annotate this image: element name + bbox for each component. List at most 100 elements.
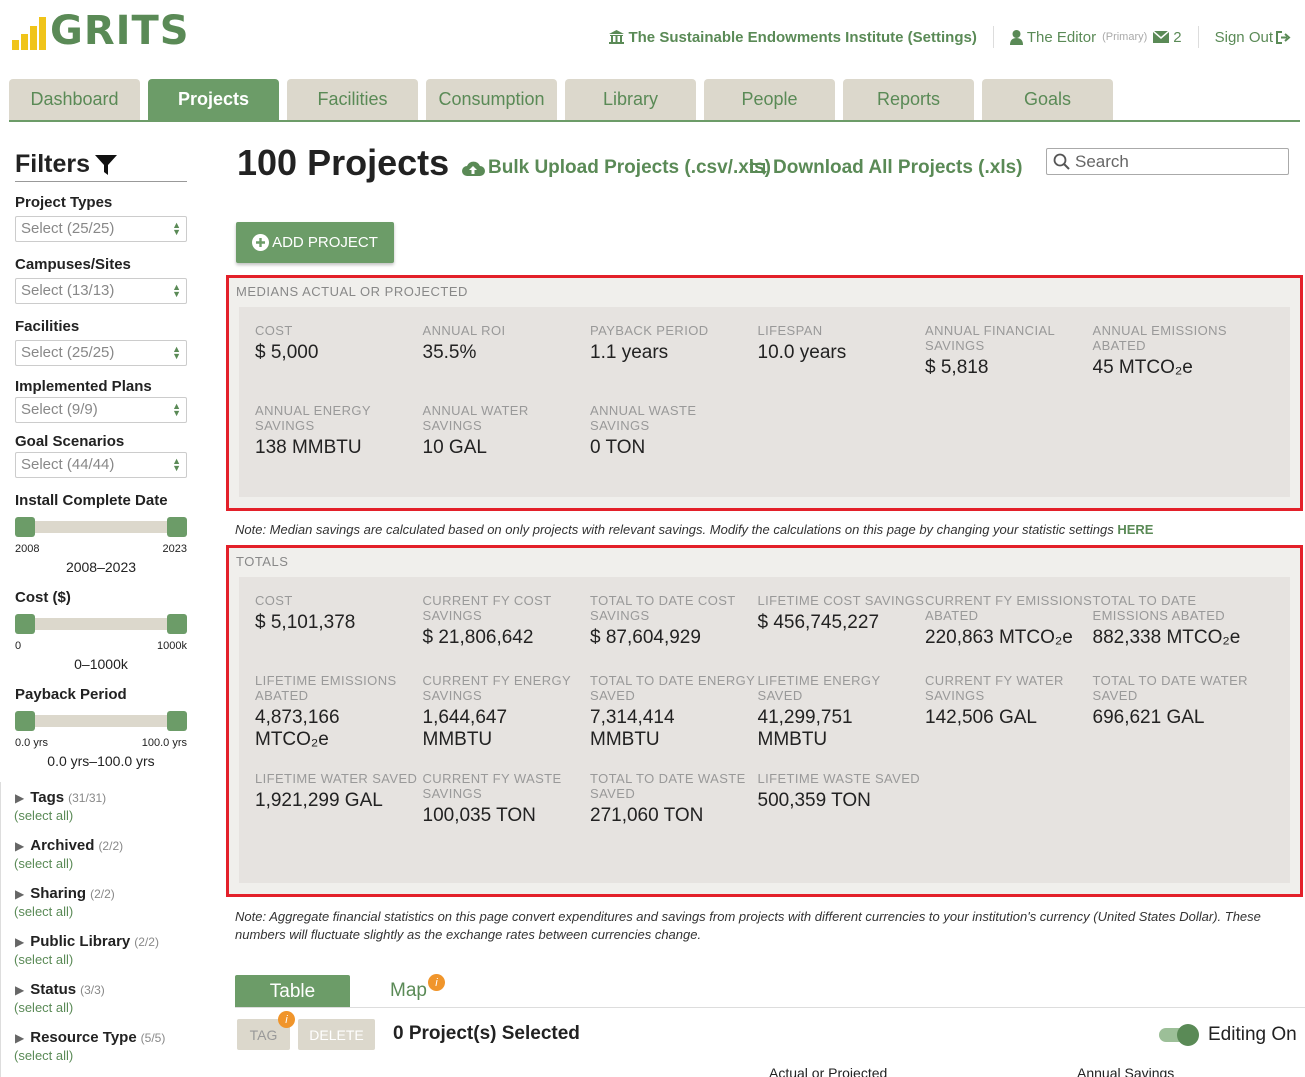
messages-link[interactable]: 2 [1153,28,1182,46]
tab-consumption[interactable]: Consumption [426,79,557,120]
stat-lifetime-water: LIFETIME WATER SAVED 1,921,299 GAL [255,769,423,845]
slider-max-handle[interactable] [167,517,187,537]
stat-value: 0 TON [590,437,646,458]
goals-select[interactable]: Select (44/44) ▲ ▼ [15,452,187,478]
filters-title-label: Filters [15,150,91,178]
project-types-select[interactable]: Select (25/25) ▲ ▼ [15,216,187,242]
institution-link[interactable]: The Sustainable Endowments Institute (Se… [609,28,977,46]
slider-min-handle[interactable] [15,517,35,537]
slider-min-handle[interactable] [15,614,35,634]
stat-label: CURRENT FY WASTE SAVINGS [422,771,562,801]
tab-projects[interactable]: Projects [148,79,279,120]
stat-value: 1.1 years [590,342,669,363]
tag-info-badge-icon[interactable]: i [278,1011,295,1028]
campuses-select[interactable]: Select (13/13) ▲ ▼ [15,278,187,304]
stat-label: LIFETIME EMISSIONS ABATED [255,673,397,703]
stat-fy-emissions: CURRENT FY EMISSIONS ABATED 220,863 MTCO₂… [925,593,1093,667]
download-link[interactable]: Download All Projects (.xls) [747,157,1023,179]
messages-count: 2 [1173,28,1182,46]
stat-label: LIFESPAN [757,323,823,338]
select-all-link[interactable]: (select all) [14,952,187,967]
filter-campuses-label: Campuses/Sites [15,256,131,273]
stat-label: ANNUAL ENERGY SAVINGS [255,403,371,433]
slider-max-handle[interactable] [167,614,187,634]
tab-table[interactable]: Table [235,975,350,1008]
select-all-link[interactable]: (select all) [14,1000,187,1015]
tab-people[interactable]: People [704,79,835,120]
select-value: Select (25/25) [21,220,115,237]
stat-value: 45 MTCO₂e [1092,357,1193,378]
install-date-slider[interactable] [15,517,187,537]
cost-slider[interactable] [15,614,187,634]
resource-type-filter[interactable]: ▶ Resource Type (5/5) (select all) [14,1029,187,1063]
collapsible-count: (5/5) [140,1031,166,1045]
editing-toggle[interactable] [1159,1024,1199,1046]
tab-library[interactable]: Library [565,79,696,120]
signout-link[interactable]: Sign Out [1215,29,1291,46]
slider-max: 100.0 yrs [141,737,187,749]
plans-select[interactable]: Select (9/9) ▲ ▼ [15,397,187,423]
institution-label: The Sustainable Endowments Institute (Se… [628,28,977,46]
tab-dashboard[interactable]: Dashboard [9,79,140,120]
expand-triangle-icon: ▶ [15,1031,25,1045]
search-icon [1053,153,1070,170]
stat-fy-water: CURRENT FY WATER SAVINGS 142,506 GAL [925,667,1093,769]
add-project-button[interactable]: ADD PROJECT [236,222,394,263]
statistic-settings-link[interactable]: HERE [1117,522,1153,537]
select-all-link[interactable]: (select all) [14,904,187,919]
search-input[interactable]: Search [1046,148,1289,175]
grits-logo[interactable]: GRITS [12,8,190,54]
expand-triangle-icon: ▶ [15,791,25,805]
facilities-select[interactable]: Select (25/25) ▲ ▼ [15,340,187,366]
stat-label: CURRENT FY ENERGY SAVINGS [422,673,571,703]
bulk-upload-link[interactable]: Bulk Upload Projects (.csv/.xls) [461,157,771,179]
map-info-badge-icon[interactable]: i [428,974,445,991]
tags-filter[interactable]: ▶ Tags (31/31) (select all) [14,789,187,823]
select-arrows-icon: ▲ ▼ [172,344,181,361]
totals-panel: TOTALS COST $ 5,101,378 CURRENT FY COST S… [226,545,1303,897]
select-all-link[interactable]: (select all) [14,808,187,823]
tab-reports[interactable]: Reports [843,79,974,120]
stat-label: LIFETIME COST SAVINGS [757,593,925,608]
tab-facilities[interactable]: Facilities [287,79,418,120]
slider-max-handle[interactable] [167,711,187,731]
stat-label: CURRENT FY COST SAVINGS [422,593,552,623]
bank-icon [609,30,625,44]
stat-label: CURRENT FY EMISSIONS ABATED [925,593,1093,623]
logo-text: GRITS [50,8,190,54]
stat-median-roi: ANNUAL ROI 35.5% [423,323,591,397]
slider-min-handle[interactable] [15,711,35,731]
sharing-filter[interactable]: ▶ Sharing (2/2) (select all) [14,885,187,919]
expand-triangle-icon: ▶ [15,983,25,997]
stat-lifetime-waste: LIFETIME WASTE SAVED 500,359 TON [758,769,926,845]
stat-label: ANNUAL WATER SAVINGS [422,403,529,433]
median-note-text: Note: Median savings are calculated base… [235,522,1118,537]
stat-value: $ 5,818 [925,357,989,378]
collapsible-label: Sharing [30,885,87,902]
user-link[interactable]: The Editor (Primary) [1009,29,1153,46]
stat-value: 10.0 years [757,342,847,363]
main-tabs: Dashboard Projects Facilities Consumptio… [9,79,1300,122]
stat-value: $ 21,806,642 [422,627,534,648]
page-title: 100 Projects [237,142,450,183]
expand-triangle-icon: ▶ [15,839,25,853]
user-icon [1009,29,1023,45]
selected-count: 0 Project(s) Selected [393,1023,580,1044]
stat-label: CURRENT FY WATER SAVINGS [925,673,1064,703]
stat-ttd-water: TOTAL TO DATE WATER SAVED 696,621 GAL [1093,667,1261,769]
payback-slider[interactable] [15,711,187,731]
tab-map[interactable]: Map [390,980,427,1002]
archived-filter[interactable]: ▶ Archived (2/2) (select all) [14,837,187,871]
delete-button[interactable]: DELETE [298,1019,375,1050]
select-all-link[interactable]: (select all) [14,1048,187,1063]
tab-goals[interactable]: Goals [982,79,1113,120]
select-all-link[interactable]: (select all) [14,856,187,871]
collapsible-count: (2/2) [134,935,159,949]
status-filter[interactable]: ▶ Status (3/3) (select all) [14,981,187,1015]
stat-label: ANNUAL ROI [422,323,506,338]
filter-goals-label: Goal Scenarios [15,433,125,450]
select-arrows-icon: ▲ ▼ [172,220,181,237]
public-library-filter[interactable]: ▶ Public Library (2/2) (select all) [14,933,187,967]
stat-value: 4,873,166 MTCO₂e [255,707,340,750]
stat-value: $ 456,745,227 [757,612,880,633]
